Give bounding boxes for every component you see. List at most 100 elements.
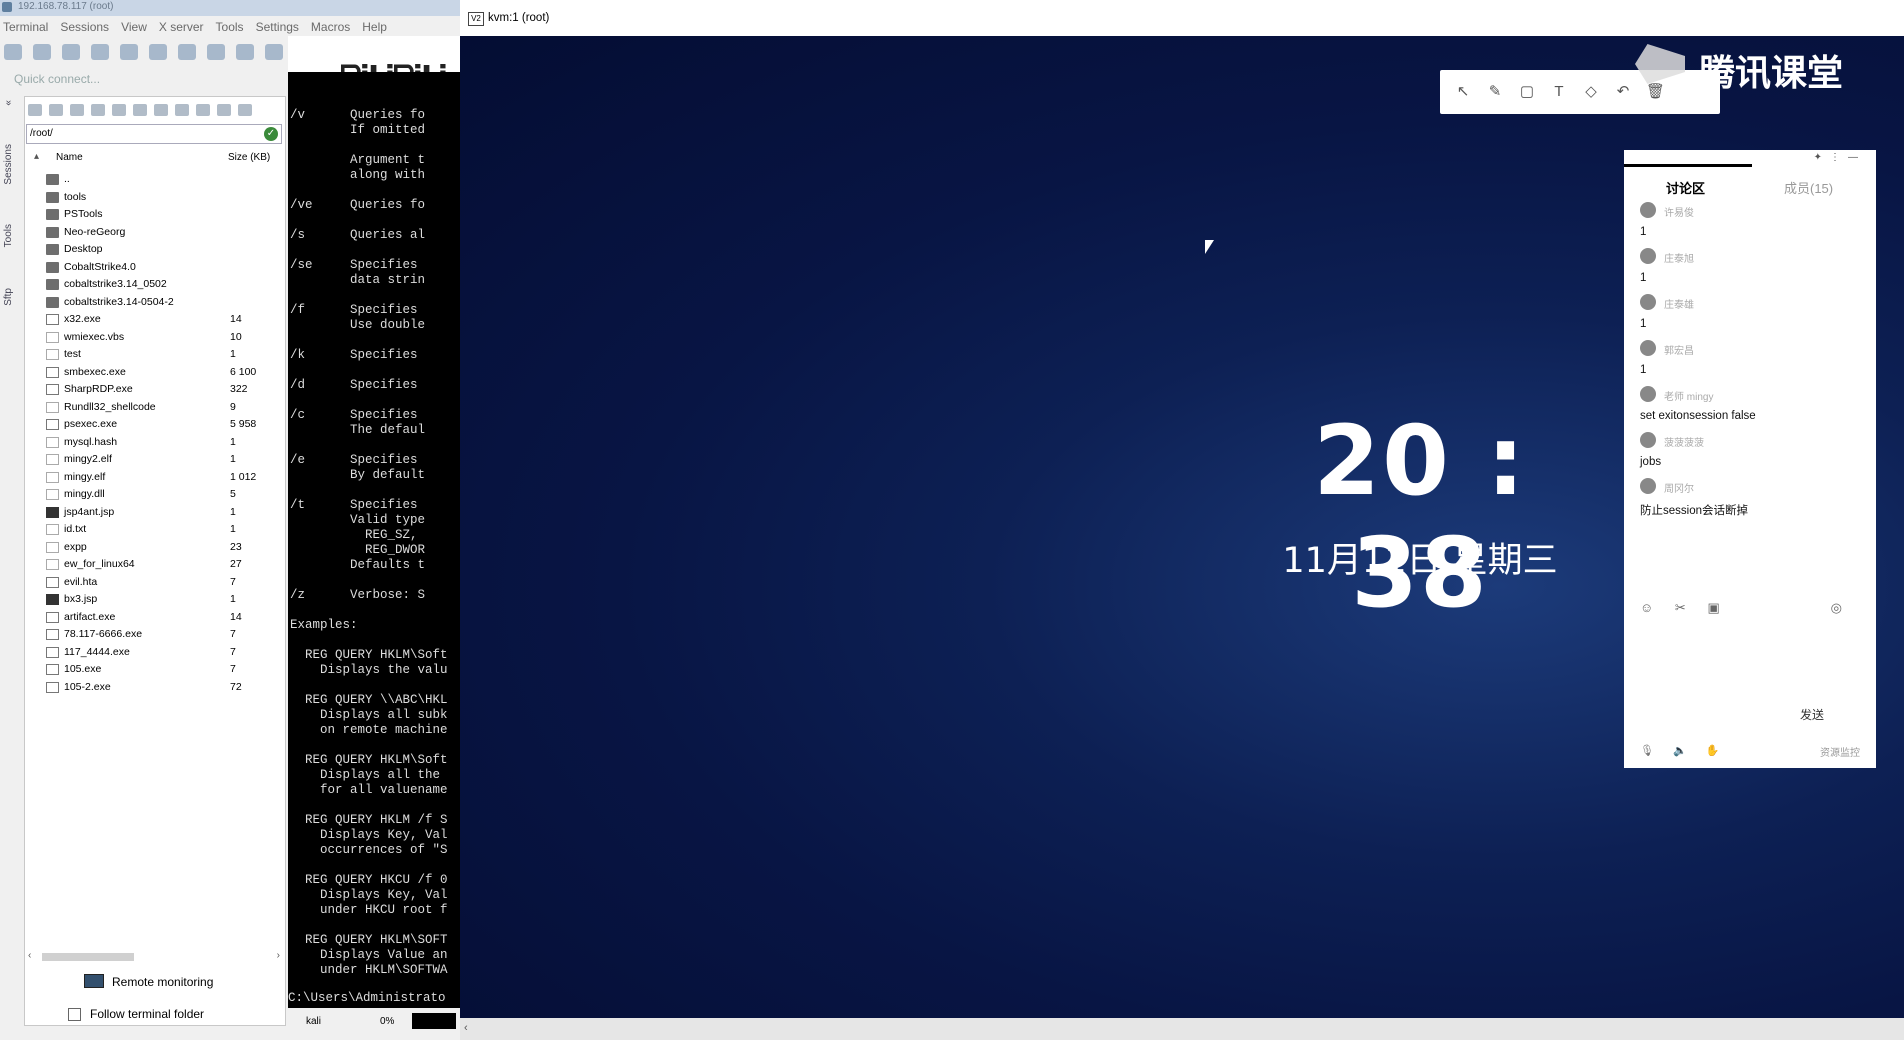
pointer-icon[interactable]: ↖ <box>1454 83 1472 101</box>
link-icon[interactable] <box>217 104 231 116</box>
tab-discussion[interactable]: 讨论区 <box>1666 178 1705 197</box>
refresh-icon[interactable] <box>91 104 105 116</box>
file-row[interactable]: wmiexec.vbs 10 <box>46 330 286 347</box>
horizontal-scrollbar[interactable]: ‹ › <box>26 950 282 964</box>
file-row[interactable]: SharpRDP.exe 322 <box>46 382 286 399</box>
terminal-prompt[interactable]: C:\Users\Administrato <box>288 990 460 1006</box>
menu-help[interactable]: Help <box>359 16 396 36</box>
file-row[interactable]: cobaltstrike3.14-0504-2 <box>46 295 286 312</box>
file-row[interactable]: test 1 <box>46 347 286 364</box>
upload-icon[interactable] <box>70 104 84 116</box>
panel-controls[interactable]: ✦⋮— <box>1814 152 1866 163</box>
file-row[interactable]: ew_for_linux64 27 <box>46 557 286 574</box>
session-icon[interactable] <box>4 44 22 60</box>
file-row[interactable]: CobaltStrike4.0 <box>46 260 286 277</box>
properties-icon[interactable] <box>154 104 168 116</box>
packages-icon[interactable] <box>265 44 283 60</box>
file-row[interactable]: mysql.hash 1 <box>46 435 286 452</box>
tab-tools[interactable]: Tools <box>3 224 14 247</box>
terminal-pane[interactable]: /v Queries fo If omitted Argument t alon… <box>288 58 460 1008</box>
menu-settings[interactable]: Settings <box>253 16 308 36</box>
file-row[interactable]: smbexec.exe 6 100 <box>46 365 286 382</box>
sessions-icon[interactable] <box>120 44 138 60</box>
scissors-icon[interactable]: ✂ <box>1675 600 1686 615</box>
eraser-icon[interactable]: ◇ <box>1582 83 1600 101</box>
parent-folder-icon[interactable] <box>28 104 42 116</box>
split-icon[interactable] <box>178 44 196 60</box>
games-icon[interactable] <box>91 44 109 60</box>
tools-icon[interactable] <box>62 44 80 60</box>
panel-bottom-bar: 🎙 🔈 ✋ 资源监控 <box>1640 744 1860 759</box>
column-name[interactable]: Name <box>56 152 83 163</box>
multiexec-icon[interactable] <box>207 44 225 60</box>
servers-icon[interactable] <box>33 44 51 60</box>
vnc-bottom-scrollbar[interactable]: ‹ <box>460 1018 1904 1040</box>
file-row[interactable]: Rundll32_shellcode 9 <box>46 400 286 417</box>
history-icon[interactable]: ◎ <box>1831 600 1842 616</box>
resource-monitor[interactable]: 资源监控 <box>1820 744 1860 759</box>
file-row[interactable]: bx3.jsp 1 <box>46 592 286 609</box>
file-row[interactable]: jsp4ant.jsp 1 <box>46 505 286 522</box>
sidebar-collapse-icon[interactable]: « <box>3 100 14 106</box>
file-row[interactable]: 105-2.exe 72 <box>46 680 286 697</box>
tunneling-icon[interactable] <box>236 44 254 60</box>
file-row[interactable]: artifact.exe 14 <box>46 610 286 627</box>
permissions-icon[interactable] <box>196 104 210 116</box>
hidden-files-icon[interactable] <box>238 104 252 116</box>
file-row[interactable]: tools <box>46 190 286 207</box>
file-row[interactable]: evil.hta 7 <box>46 575 286 592</box>
file-row[interactable]: PSTools <box>46 207 286 224</box>
undo-icon[interactable]: ↶ <box>1614 83 1632 101</box>
remote-monitoring-button[interactable]: Remote monitoring <box>84 972 274 992</box>
mic-icon[interactable]: 🎙 <box>1640 745 1654 757</box>
file-row[interactable]: Neo-reGeorg <box>46 225 286 242</box>
scroll-right-icon[interactable]: › <box>277 950 280 961</box>
download-icon[interactable] <box>49 104 63 116</box>
hand-icon[interactable]: ✋ <box>1706 745 1720 757</box>
tab-sftp[interactable]: Sftp <box>3 288 14 306</box>
file-row[interactable]: 117_4444.exe 7 <box>46 645 286 662</box>
file-row[interactable]: psexec.exe 5 958 <box>46 417 286 434</box>
new-folder-icon[interactable] <box>112 104 126 116</box>
menu-view[interactable]: View <box>118 16 156 36</box>
file-row[interactable]: x32.exe 14 <box>46 312 286 329</box>
pen-icon[interactable]: ✎ <box>1486 83 1504 101</box>
menu-x-server[interactable]: X server <box>156 16 213 36</box>
menu-sessions[interactable]: Sessions <box>57 16 118 36</box>
emoji-icon[interactable]: ☺ <box>1640 600 1653 615</box>
file-row[interactable]: expp 23 <box>46 540 286 557</box>
menu-tools[interactable]: Tools <box>213 16 253 36</box>
rectangle-icon[interactable]: ▢ <box>1518 83 1536 101</box>
follow-terminal-checkbox[interactable]: Follow terminal folder <box>68 1004 278 1024</box>
file-row[interactable]: .. <box>46 172 286 189</box>
menu-terminal[interactable]: Terminal <box>0 16 57 36</box>
tab-sessions[interactable]: Sessions <box>3 144 14 185</box>
text-icon[interactable]: T <box>1550 83 1568 101</box>
file-row[interactable]: mingy.elf 1 012 <box>46 470 286 487</box>
scroll-thumb[interactable] <box>42 953 134 961</box>
file-row[interactable]: mingy2.elf 1 <box>46 452 286 469</box>
scroll-left-icon[interactable]: ‹ <box>28 950 31 961</box>
path-input[interactable]: /root/ <box>26 124 282 144</box>
checkmark-icon[interactable]: ✓ <box>264 127 278 141</box>
file-row[interactable]: 105.exe 7 <box>46 662 286 679</box>
doc-file-icon <box>46 349 59 360</box>
file-row[interactable]: 78.117-6666.exe 7 <box>46 627 286 644</box>
column-size[interactable]: Size (KB) <box>228 152 270 163</box>
menu-macros[interactable]: Macros <box>308 16 359 36</box>
file-row[interactable]: mingy.dll 5 <box>46 487 286 504</box>
quick-connect-input[interactable]: Quick connect... <box>14 70 274 88</box>
delete-icon[interactable] <box>133 104 147 116</box>
view-icon[interactable] <box>149 44 167 60</box>
scroll-left-icon[interactable]: ‹ <box>464 1022 468 1034</box>
file-row[interactable]: Desktop <box>46 242 286 259</box>
file-row[interactable]: cobaltstrike3.14_0502 <box>46 277 286 294</box>
text-icon[interactable] <box>175 104 189 116</box>
send-button[interactable]: 发送 <box>1800 706 1824 723</box>
tab-members[interactable]: 成员(15) <box>1784 178 1833 197</box>
status-host: kali <box>306 1016 322 1027</box>
image-icon[interactable]: ▣ <box>1707 600 1719 615</box>
file-row[interactable]: id.txt 1 <box>46 522 286 539</box>
speaker-icon[interactable]: 🔈 <box>1673 745 1687 757</box>
checkbox[interactable] <box>68 1008 81 1021</box>
